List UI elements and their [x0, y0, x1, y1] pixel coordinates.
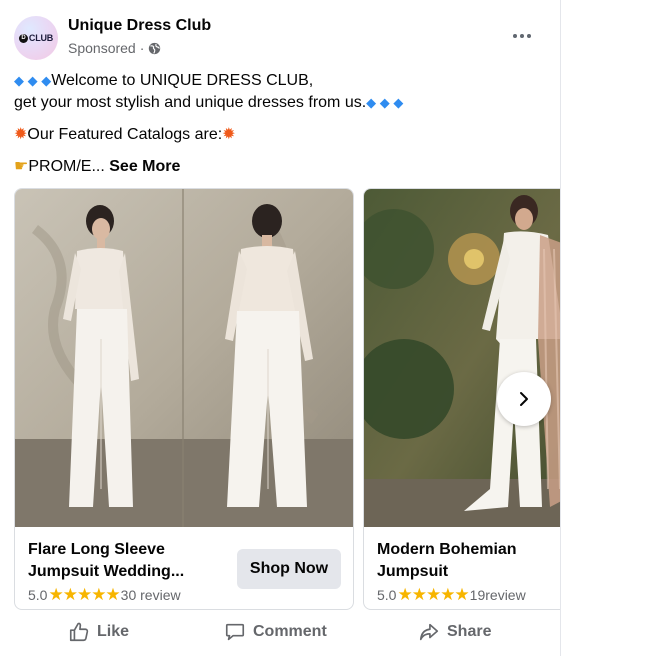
see-more-link[interactable]: See More: [109, 158, 180, 175]
carousel-item[interactable]: Flare Long Sleeve Jumpsuit Wedding... 5.…: [14, 188, 354, 610]
carousel-next-button[interactable]: [497, 372, 551, 426]
product-caption: Modern Bohemian Jumpsuit 5.0 ★★★★★ 19rev…: [377, 539, 526, 605]
post-text-line-3: ✹Our Featured Catalogs are:✹: [14, 126, 236, 143]
pointing-hand-icon: ☛: [14, 158, 29, 175]
post-actions: Like Comment Share: [0, 614, 560, 650]
page-name[interactable]: Unique Dress Club: [68, 17, 211, 35]
more-options-icon[interactable]: [506, 26, 538, 46]
star-icon: ★★★★★: [397, 585, 469, 604]
chevron-right-icon: [520, 392, 528, 406]
comment-button[interactable]: Comment: [224, 618, 327, 646]
diamond-icon: ◆ ◆ ◆: [366, 95, 404, 110]
like-button[interactable]: Like: [68, 618, 129, 646]
product-title[interactable]: Flare Long Sleeve Jumpsuit Wedding...: [28, 539, 184, 583]
share-icon: [419, 623, 439, 641]
product-image[interactable]: [15, 189, 353, 527]
product-carousel: Flare Long Sleeve Jumpsuit Wedding... 5.…: [14, 188, 560, 610]
page-logo: D CLUB: [18, 33, 53, 43]
burst-icon: ✹: [222, 126, 236, 143]
sponsored-label[interactable]: Sponsored: [68, 40, 136, 56]
like-icon: [69, 622, 89, 642]
comment-icon: [225, 623, 245, 641]
post-text-line-2: get your most stylish and unique dresses…: [14, 94, 404, 111]
page-avatar[interactable]: D CLUB: [14, 16, 58, 60]
shop-now-button[interactable]: Shop Now: [237, 549, 341, 589]
burst-icon: ✹: [14, 126, 28, 143]
product-title[interactable]: Modern Bohemian Jumpsuit: [377, 539, 526, 583]
meta-separator: ·: [139, 40, 145, 56]
sponsored-post: D CLUB Unique Dress Club Sponsored · ◆ ◆…: [0, 0, 561, 656]
product-image[interactable]: [364, 189, 560, 527]
product-rating: 5.0 ★★★★★ 19review: [377, 585, 526, 604]
diamond-icon: ◆ ◆ ◆: [14, 73, 52, 88]
product-caption: Flare Long Sleeve Jumpsuit Wedding... 5.…: [28, 539, 184, 605]
globe-icon: [148, 42, 161, 55]
star-icon: ★★★★★: [48, 585, 120, 604]
post-text-line-1: ◆ ◆ ◆Welcome to UNIQUE DRESS CLUB,: [14, 72, 314, 89]
share-button[interactable]: Share: [418, 618, 491, 646]
post-text: ◆ ◆ ◆Welcome to UNIQUE DRESS CLUB, get y…: [14, 70, 544, 178]
post-meta: Sponsored ·: [68, 40, 161, 56]
product-rating: 5.0 ★★★★★ 30 review: [28, 585, 181, 604]
post-text-line-4: ☛PROM/E... See More: [14, 158, 181, 175]
